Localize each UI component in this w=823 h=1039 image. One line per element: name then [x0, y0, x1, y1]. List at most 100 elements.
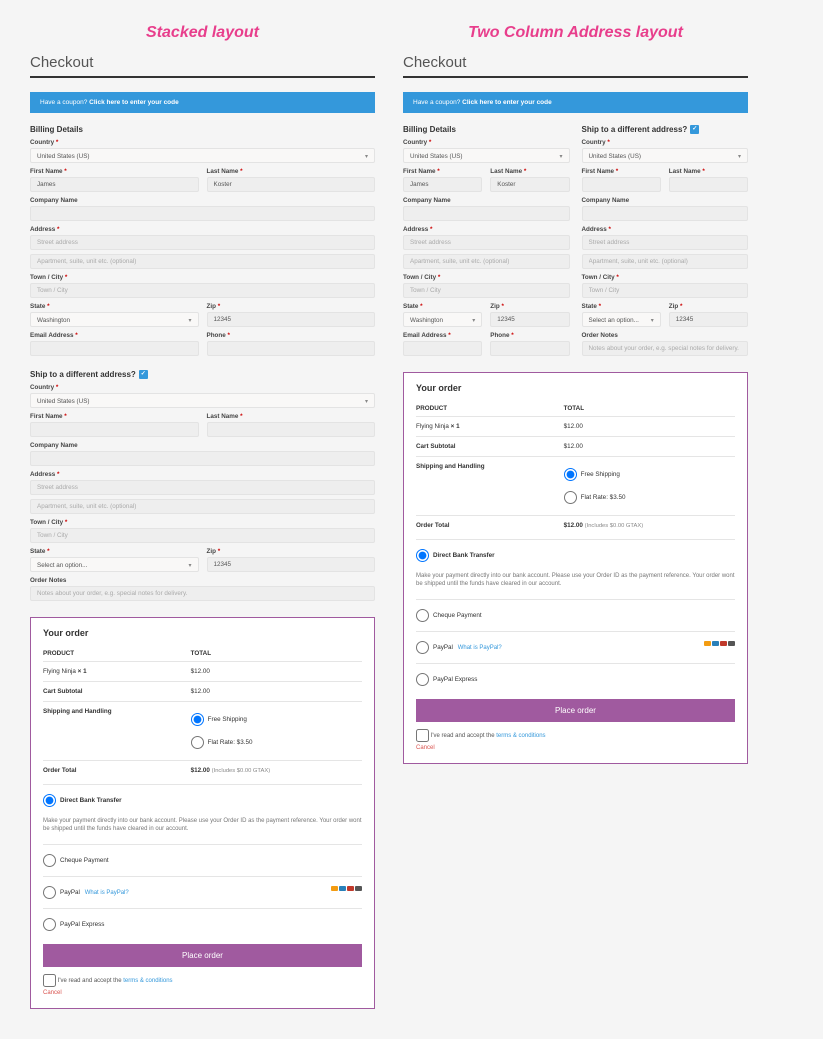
ship-country-select[interactable]: United States (US)▾: [30, 393, 375, 408]
ship-last-name-label: Last Name *: [669, 168, 748, 175]
ship-zip-input[interactable]: [669, 312, 748, 327]
town-label: Town / City *: [403, 274, 570, 281]
ship-apt-input[interactable]: [30, 499, 375, 514]
company-input[interactable]: [30, 206, 375, 221]
street-input[interactable]: [403, 235, 570, 250]
address-label: Address *: [403, 226, 570, 233]
two-column-layout-column: Two Column Address layout Checkout Have …: [403, 24, 748, 1009]
phone-input[interactable]: [490, 341, 569, 356]
ship-town-label: Town / City *: [30, 519, 375, 526]
pay-bank-radio[interactable]: [43, 794, 56, 807]
country-select[interactable]: United States (US)▾: [30, 148, 375, 163]
ship-checkbox[interactable]: ✓: [139, 370, 148, 379]
coupon-link[interactable]: Click here to enter your code: [89, 99, 179, 106]
country-label: Country *: [30, 139, 375, 146]
ship-free-radio[interactable]: [191, 713, 204, 726]
ship-last-name-input[interactable]: [669, 177, 748, 192]
state-select[interactable]: Washington▾: [403, 312, 482, 327]
ship-zip-label: Zip *: [207, 548, 376, 555]
cancel-link[interactable]: Cancel: [43, 990, 362, 996]
ship-company-input[interactable]: [582, 206, 749, 221]
terms-checkbox[interactable]: [43, 974, 56, 987]
apt-input[interactable]: [403, 254, 570, 269]
country-select[interactable]: United States (US)▾: [403, 148, 570, 163]
ship-street-input[interactable]: [30, 480, 375, 495]
ship-apt-input[interactable]: [582, 254, 749, 269]
town-label: Town / City *: [30, 274, 375, 281]
chevron-down-icon: ▾: [188, 317, 191, 324]
ship-company-label: Company Name: [30, 442, 375, 449]
pay-paypal-express-radio[interactable]: [416, 673, 429, 686]
notes-input[interactable]: [30, 586, 375, 601]
terms-checkbox[interactable]: [416, 729, 429, 742]
ship-free-radio[interactable]: [564, 468, 577, 481]
col-product: PRODUCT: [43, 646, 191, 662]
coupon-prompt: Have a coupon?: [413, 99, 460, 106]
state-select[interactable]: Washington▾: [30, 312, 199, 327]
paypal-what-link[interactable]: What is PayPal?: [85, 890, 129, 896]
place-order-button[interactable]: Place order: [43, 944, 362, 967]
pay-paypal-radio[interactable]: [43, 886, 56, 899]
email-input[interactable]: [403, 341, 482, 356]
ship-last-name-input[interactable]: [207, 422, 376, 437]
street-input[interactable]: [30, 235, 375, 250]
town-input[interactable]: [403, 283, 570, 298]
zip-input[interactable]: [207, 312, 376, 327]
chevron-down-icon: ▾: [365, 153, 368, 160]
terms-row: I've read and accept the terms & conditi…: [43, 974, 362, 987]
ship-flat-radio[interactable]: [191, 736, 204, 749]
chevron-down-icon: ▾: [472, 317, 475, 324]
pay-cheque-radio[interactable]: [43, 854, 56, 867]
ship-street-input[interactable]: [582, 235, 749, 250]
ship-first-name-input[interactable]: [582, 177, 661, 192]
coupon-banner[interactable]: Have a coupon? Click here to enter your …: [403, 92, 748, 113]
country-label: Country *: [403, 139, 570, 146]
paypal-what-link[interactable]: What is PayPal?: [458, 645, 502, 651]
ship-state-select[interactable]: Select an option...▾: [582, 312, 661, 327]
order-table: PRODUCT TOTAL Flying Ninja × 1 $12.00 Ca…: [416, 401, 735, 535]
pay-paypal-radio[interactable]: [416, 641, 429, 654]
pay-bank-radio[interactable]: [416, 549, 429, 562]
first-name-input[interactable]: [30, 177, 199, 192]
company-label: Company Name: [30, 197, 375, 204]
ship-checkbox[interactable]: ✓: [690, 125, 699, 134]
col-total: TOTAL: [191, 646, 362, 662]
ship-state-select[interactable]: Select an option...▾: [30, 557, 199, 572]
ship-flat-radio[interactable]: [564, 491, 577, 504]
ship-town-input[interactable]: [582, 283, 749, 298]
phone-input[interactable]: [207, 341, 376, 356]
zip-input[interactable]: [490, 312, 569, 327]
phone-label: Phone *: [207, 332, 376, 339]
terms-link[interactable]: terms & conditions: [496, 733, 545, 739]
credit-card-icons: [703, 641, 735, 647]
ship-heading: Ship to a different address?✓: [30, 370, 375, 379]
shipping-column: Ship to a different address?✓ Country * …: [582, 125, 749, 356]
apt-input[interactable]: [30, 254, 375, 269]
first-name-input[interactable]: [403, 177, 482, 192]
billing-column: Billing Details Country * United States …: [403, 125, 570, 356]
last-name-input[interactable]: [490, 177, 569, 192]
cancel-link[interactable]: Cancel: [416, 745, 735, 751]
town-input[interactable]: [30, 283, 375, 298]
ship-town-input[interactable]: [30, 528, 375, 543]
ship-country-select[interactable]: United States (US)▾: [582, 148, 749, 163]
last-name-input[interactable]: [207, 177, 376, 192]
billing-heading: Billing Details: [30, 125, 375, 134]
ship-company-input[interactable]: [30, 451, 375, 466]
terms-link[interactable]: terms & conditions: [123, 978, 172, 984]
first-name-label: First Name *: [30, 168, 199, 175]
company-input[interactable]: [403, 206, 570, 221]
pay-bank-desc: Make your payment directly into our bank…: [43, 812, 362, 839]
email-input[interactable]: [30, 341, 199, 356]
place-order-button[interactable]: Place order: [416, 699, 735, 722]
table-row: Flying Ninja × 1 $12.00: [43, 662, 362, 682]
ship-last-name-label: Last Name *: [207, 413, 376, 420]
ship-first-name-input[interactable]: [30, 422, 199, 437]
notes-input[interactable]: [582, 341, 749, 356]
ship-zip-input[interactable]: [207, 557, 376, 572]
coupon-banner[interactable]: Have a coupon? Click here to enter your …: [30, 92, 375, 113]
stacked-layout-title: Stacked layout: [30, 24, 375, 42]
pay-cheque-radio[interactable]: [416, 609, 429, 622]
pay-paypal-express-radio[interactable]: [43, 918, 56, 931]
coupon-link[interactable]: Click here to enter your code: [462, 99, 552, 106]
